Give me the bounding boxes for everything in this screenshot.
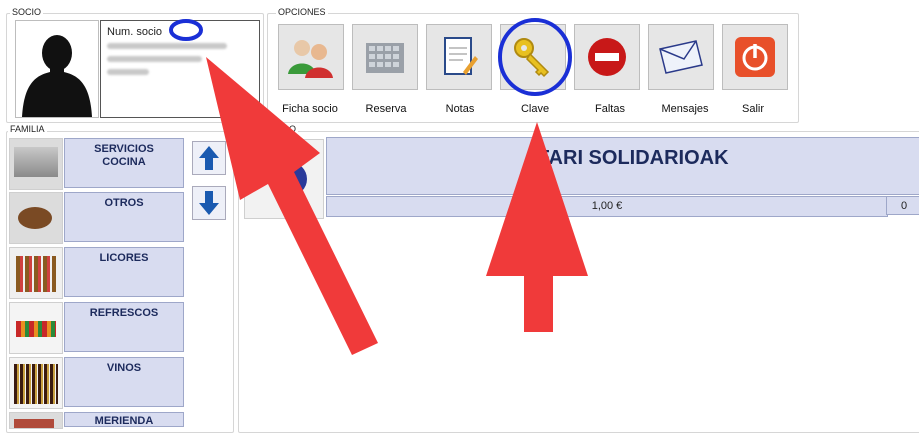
- annotation-arrow-clave: [486, 122, 588, 332]
- annotation-circle-num-socio: [169, 19, 203, 41]
- annotation-arrow-num-socio: [206, 57, 378, 355]
- annotation-circle-clave: [498, 18, 572, 96]
- annotation-overlay: [169, 18, 588, 355]
